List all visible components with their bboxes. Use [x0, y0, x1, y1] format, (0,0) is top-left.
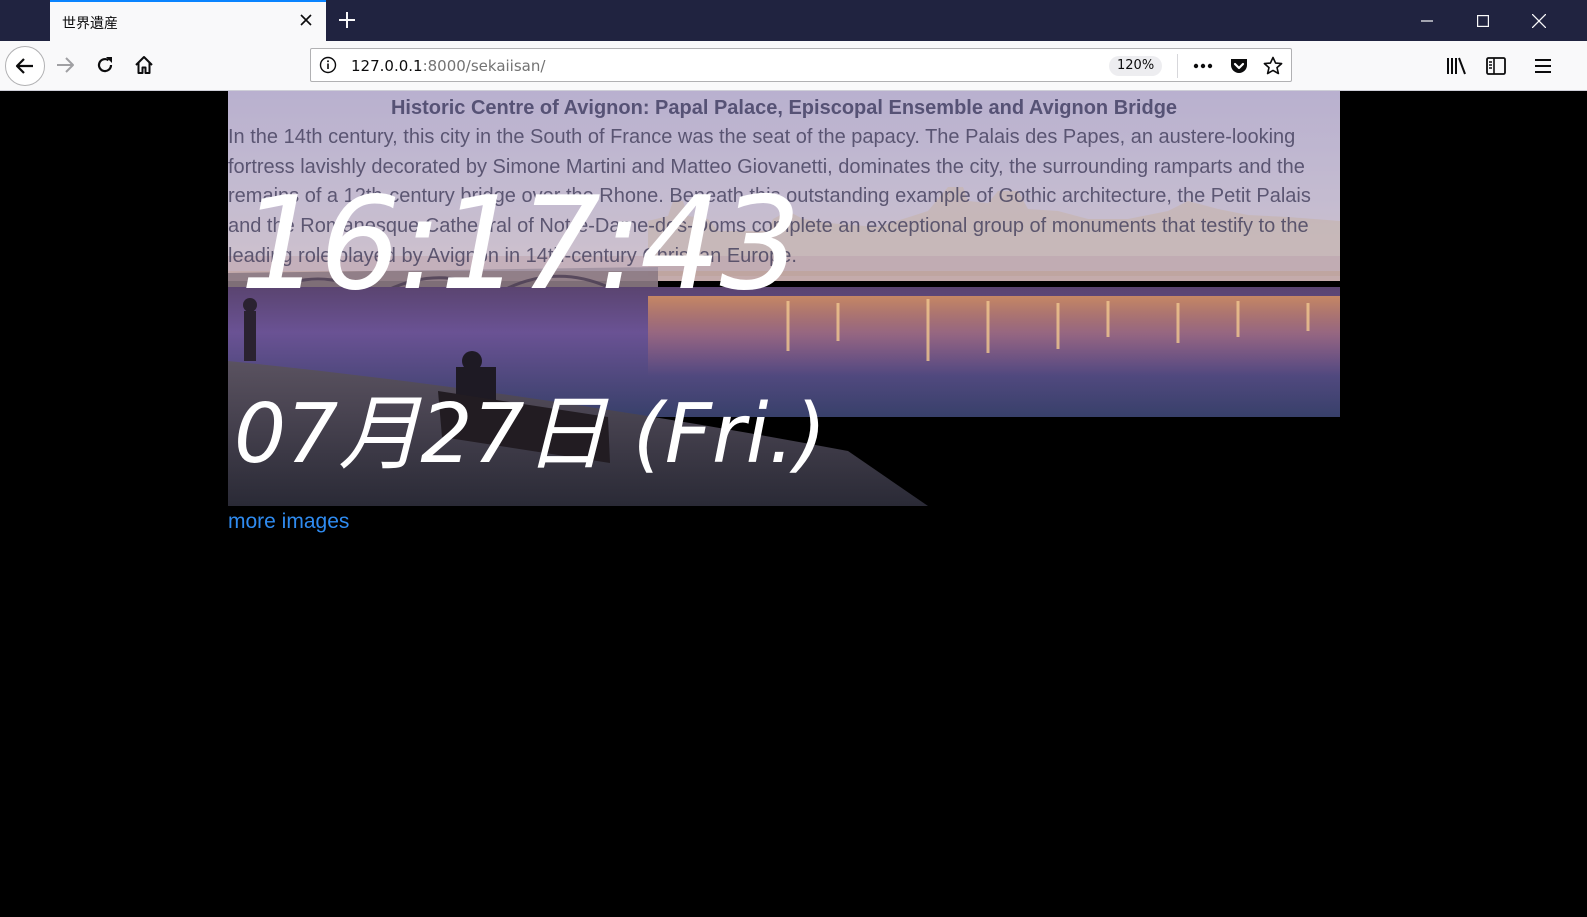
url-path: :8000/sekaiisan/ [422, 57, 546, 75]
pocket-icon[interactable] [1227, 54, 1251, 78]
back-button[interactable] [5, 46, 45, 86]
more-images-link[interactable]: more images [228, 510, 349, 534]
new-tab-button[interactable] [333, 6, 361, 34]
forward-button[interactable] [47, 47, 83, 83]
site-title: Historic Centre of Avignon: Papal Palace… [390, 97, 1178, 119]
menu-icon[interactable] [1530, 53, 1556, 79]
reload-icon[interactable] [87, 47, 123, 83]
clock-date: 07月27日 (Fri.) [234, 387, 827, 482]
url-separator [1177, 54, 1178, 78]
bookmark-star-icon[interactable] [1261, 54, 1285, 78]
url-host: 127.0.0.1 [351, 57, 423, 75]
sidebar-icon[interactable] [1483, 53, 1509, 79]
more-actions-icon[interactable] [1191, 54, 1215, 78]
info-icon[interactable] [319, 56, 337, 74]
zoom-indicator[interactable]: 120% [1109, 56, 1163, 76]
page-content: Historic Centre of Avignon: Papal Palace… [0, 91, 1587, 917]
window-close-icon[interactable] [1511, 0, 1567, 41]
maximize-icon[interactable] [1455, 0, 1511, 41]
hero-panel: Historic Centre of Avignon: Papal Palace… [228, 91, 1340, 506]
tab-title: 世界遺産 [62, 16, 118, 32]
library-icon[interactable] [1444, 53, 1470, 79]
clock-time: 16:17:43 [240, 170, 801, 319]
url-bar[interactable]: 127.0.0.1:8000/sekaiisan/ 120% [310, 48, 1292, 82]
home-icon[interactable] [126, 47, 162, 83]
close-icon[interactable] [296, 10, 316, 30]
tab-active[interactable]: 世界遺産 [50, 0, 326, 41]
tab-bar: 世界遺産 [0, 0, 1587, 41]
url-text[interactable]: 127.0.0.1:8000/sekaiisan/ [351, 57, 545, 75]
navigation-toolbar: 127.0.0.1:8000/sekaiisan/ 120% [0, 41, 1587, 91]
minimize-icon[interactable] [1399, 0, 1455, 41]
